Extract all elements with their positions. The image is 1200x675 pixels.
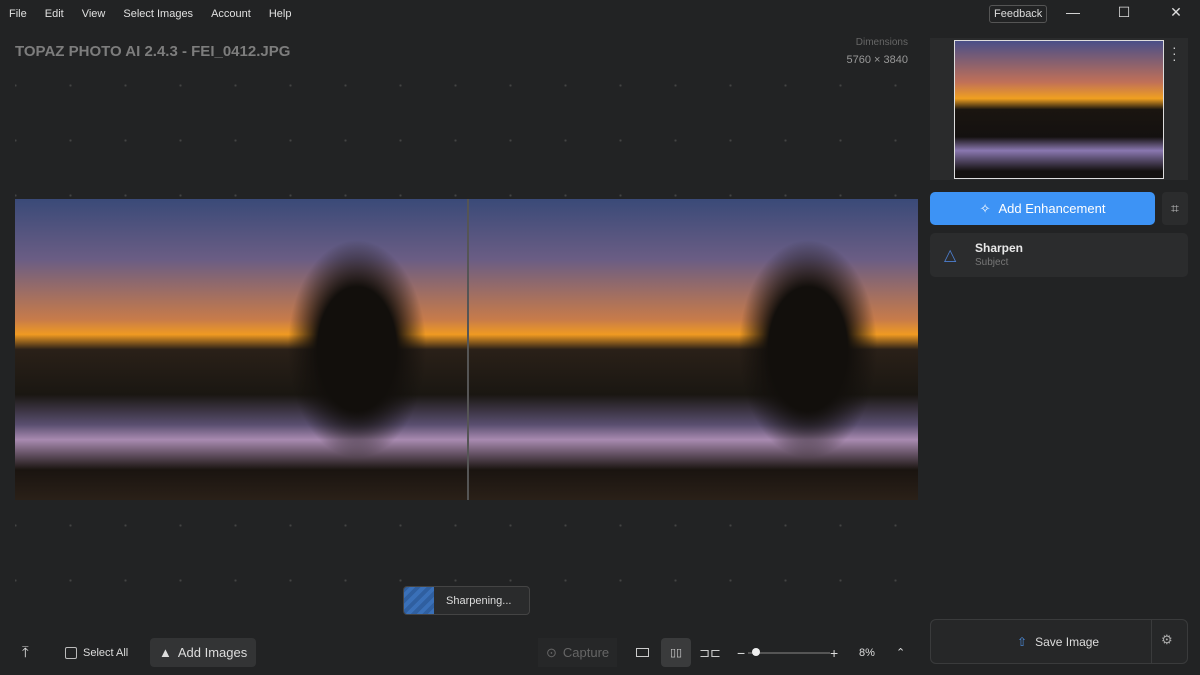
add-enhancement-button[interactable]: ✧ Add Enhancement (930, 192, 1155, 225)
preview-image[interactable] (469, 199, 918, 500)
original-image[interactable] (15, 199, 467, 500)
split-view-button[interactable]: ⊐⊏ (695, 638, 725, 667)
capture-button[interactable]: ⊙ Capture (538, 638, 618, 667)
zoom-out-button[interactable]: − (737, 638, 745, 667)
more-options-icon[interactable]: · · · (1172, 40, 1177, 66)
dimensions-value: 5760 × 3840 (846, 54, 908, 66)
zoom-in-button[interactable]: + (830, 638, 838, 667)
select-all-checkbox[interactable]: Select All (65, 638, 128, 667)
menu-account[interactable]: Account (202, 8, 260, 20)
select-all-label: Select All (83, 646, 129, 659)
single-view-button[interactable] (627, 638, 657, 667)
menu-view[interactable]: View (73, 8, 115, 20)
maximize-button[interactable]: ☐ (1112, 4, 1136, 24)
capture-label: Capture (562, 645, 610, 660)
checkbox-icon (65, 646, 77, 659)
zoom-slider-handle[interactable] (752, 648, 760, 656)
crop-button[interactable]: ⌗ (1162, 192, 1188, 225)
menu-edit[interactable]: Edit (36, 8, 73, 20)
enhancement-name: Sharpen (975, 241, 1024, 255)
side-by-side-icon: ▯▯ (669, 647, 683, 659)
minimize-button[interactable]: — (1061, 4, 1085, 24)
save-image-label: Save Image (1035, 635, 1100, 649)
menu-help[interactable]: Help (260, 8, 301, 20)
progress-indicator: Sharpening... (403, 586, 530, 615)
triangle-icon: △ (944, 247, 957, 264)
feedback-button[interactable]: Feedback (989, 5, 1048, 23)
comparison-divider[interactable] (467, 199, 469, 500)
capture-icon: ⊙ (546, 644, 557, 660)
enhancement-item-sharpen[interactable]: △ Sharpen Subject (930, 233, 1188, 277)
side-by-side-view-button[interactable]: ▯▯ (661, 638, 691, 667)
enhancement-mode: Subject (975, 257, 1009, 268)
navigator-thumbnail[interactable] (954, 40, 1164, 179)
progress-bar (404, 587, 434, 614)
chevron-up-icon[interactable]: ⌃ (896, 638, 905, 667)
page-title: TOPAZ PHOTO AI 2.4.3 - FEI_0412.JPG (15, 43, 291, 60)
add-images-label: Add Images (177, 645, 248, 660)
menu-select-images[interactable]: Select Images (114, 8, 202, 20)
image-add-icon: ▲ (159, 645, 172, 660)
split-view-icon: ⊐⊏ (699, 644, 721, 660)
add-enhancement-label: Add Enhancement (998, 201, 1106, 216)
menu-file[interactable]: File (0, 8, 36, 20)
tree-silhouette (738, 239, 878, 459)
save-panel: ⇧ Save Image ⚙ (930, 619, 1188, 664)
zoom-level[interactable]: 8% (859, 638, 875, 667)
crop-icon: ⌗ (1171, 200, 1179, 216)
sparkle-add-icon: ✧ (979, 200, 991, 216)
divider (1151, 620, 1152, 663)
zoom-slider[interactable] (748, 652, 830, 654)
close-button[interactable]: ✕ (1164, 4, 1188, 24)
status-text: Sharpening... (446, 594, 512, 607)
add-images-button[interactable]: ▲ Add Images (150, 638, 257, 667)
upload-icon: ⇧ (1017, 635, 1028, 649)
export-icon[interactable]: ⤒ (22, 638, 29, 667)
dimensions-label: Dimensions (855, 37, 908, 48)
save-settings-icon[interactable]: ⚙ (1161, 632, 1173, 648)
single-view-icon (635, 648, 649, 657)
tree-silhouette (287, 239, 427, 459)
save-image-button[interactable]: ⇧ Save Image (1017, 635, 1099, 649)
